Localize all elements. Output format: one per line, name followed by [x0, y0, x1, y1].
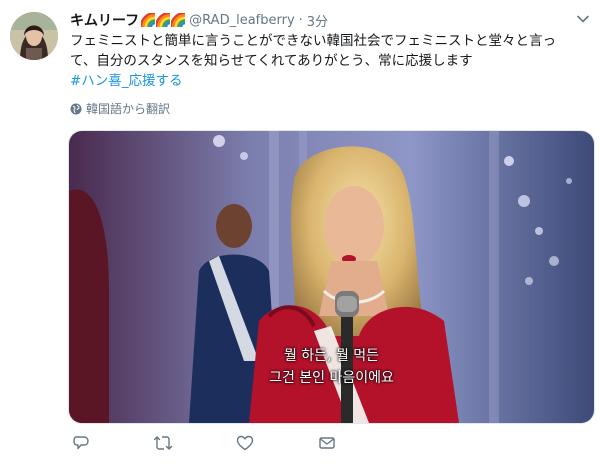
dm-button[interactable]	[316, 432, 338, 454]
tweet-text-line: フェミニストと簡単に言うことができない韓国社会でフェミニストと堂々と言っ	[70, 33, 556, 49]
separator-dot: ·	[298, 12, 303, 28]
globe-icon	[70, 103, 82, 114]
heart-icon	[236, 435, 254, 451]
subtitle-line-1: 뭘 하든, 뭘 먹든	[283, 348, 380, 364]
hashtag-line: #ハン喜_応援する	[70, 71, 590, 91]
display-name[interactable]: キムリーフ	[70, 10, 139, 30]
rainbow-emojis	[141, 13, 186, 27]
translate-label: 韓国語から翻訳	[86, 102, 171, 116]
reply-button[interactable]	[70, 432, 92, 454]
reply-icon	[73, 436, 89, 450]
translate-link[interactable]: 韓国語から翻訳	[70, 100, 170, 117]
rainbow-icon	[141, 13, 156, 27]
tweet-text: フェミニストと簡単に言うことができない韓国社会でフェミニストと堂々と言っ て、自…	[70, 31, 590, 91]
rainbow-icon	[156, 13, 171, 27]
tweet-header: キムリーフ @RAD_leafberry · 3分	[70, 10, 570, 30]
avatar[interactable]	[10, 12, 58, 60]
subtitle-line-2: 그건 본인 마음이에요	[269, 370, 394, 386]
retweet-button[interactable]	[152, 432, 174, 454]
timestamp[interactable]: 3分	[307, 11, 328, 30]
rainbow-icon	[171, 13, 186, 27]
tweet-actions	[70, 432, 370, 456]
chevron-down-icon[interactable]	[576, 12, 590, 26]
tweet-text-line: て、自分のスタンスを知らせてくれてありがとう、常に応援します	[70, 53, 473, 69]
mail-icon	[319, 437, 335, 449]
like-button[interactable]	[234, 432, 256, 454]
tweet-media[interactable]: 뭘 하든, 뭘 먹든 그건 본인 마음이에요	[68, 130, 595, 424]
retweet-icon	[153, 436, 173, 450]
hashtag-link[interactable]: #ハン喜	[70, 73, 122, 89]
user-handle[interactable]: @RAD_leafberry	[189, 13, 294, 28]
hashtag-suffix[interactable]: _応援する	[122, 73, 183, 89]
